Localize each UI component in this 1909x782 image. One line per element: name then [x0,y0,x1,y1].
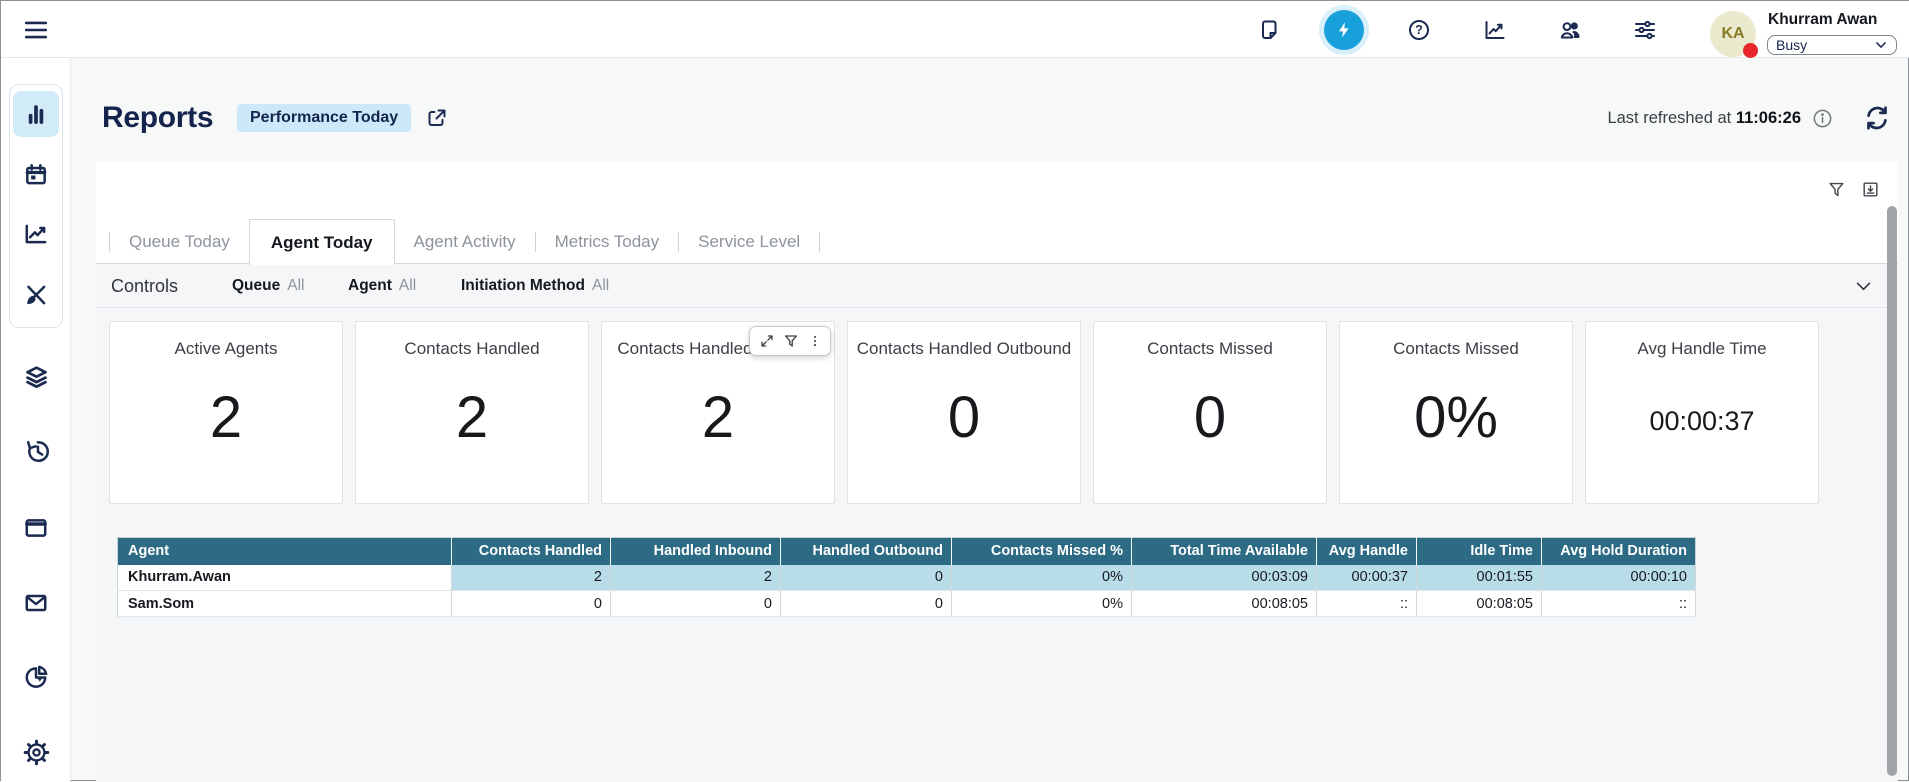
analytics-icon[interactable] [1483,18,1507,42]
mail-icon [23,590,49,616]
svg-text:?: ? [1415,23,1423,37]
card-hover-toolbar [749,326,831,356]
line-chart-icon [23,221,49,247]
dashboard-badge: Performance Today [237,104,411,132]
col-contacts-handled[interactable]: Contacts Handled [452,538,611,565]
last-refreshed-time: 11:06:26 [1736,109,1801,127]
top-bar: ? KA Khurram Awan Busy [1,1,1909,58]
control-agent[interactable]: Agent All [348,264,416,308]
chevron-down-icon [1874,38,1888,52]
sidebar [1,58,71,782]
agents-icon[interactable] [1558,18,1582,42]
note-icon[interactable] [1258,18,1282,42]
sidebar-item-dashboard[interactable] [1,91,71,137]
sidebar-item-workspace[interactable] [1,505,71,551]
layers-icon [23,363,50,390]
info-icon[interactable] [1812,108,1833,129]
sidebar-item-customize[interactable] [1,272,71,318]
brush-icon [23,282,49,308]
dashboard-panel: Queue Today Agent Today Agent Activity M… [96,162,1898,782]
download-icon[interactable] [1861,180,1880,199]
cell-agent: Khurram.Awan [118,565,452,591]
table-row: Sam.Som 0 0 0 0% 00:08:05 :: 00:08:05 :: [118,591,1696,617]
cell-agent: Sam.Som [118,591,452,617]
kpi-card-active-agents: Active Agents 2 [109,321,343,504]
avatar[interactable]: KA [1710,11,1756,57]
tab-bar: Queue Today Agent Today Agent Activity M… [109,219,820,264]
last-refreshed-label: Last refreshed at [1607,109,1735,127]
pie-chart-icon [23,664,49,690]
col-contacts-missed-pct[interactable]: Contacts Missed % [952,538,1132,565]
kpi-card-avg-handle-time: Avg Handle Time 00:00:37 [1585,321,1819,504]
sidebar-item-metrics[interactable] [1,211,71,257]
help-icon[interactable]: ? [1407,18,1431,42]
tab-queue-today[interactable]: Queue Today [110,219,249,264]
kpi-card-contacts-handled: Contacts Handled 2 [355,321,589,504]
avatar-initials: KA [1721,25,1744,43]
col-handled-inbound[interactable]: Handled Inbound [611,538,781,565]
scrollbar-thumb[interactable] [1887,206,1897,776]
tab-service-level[interactable]: Service Level [679,219,819,264]
col-idle-time[interactable]: Idle Time [1417,538,1542,565]
external-link-icon[interactable] [425,106,449,130]
sidebar-item-schedule[interactable] [1,152,71,198]
hamburger-menu-icon[interactable] [23,17,49,43]
window-icon [23,515,49,541]
kebab-menu-icon[interactable] [808,333,822,349]
tab-agent-today[interactable]: Agent Today [249,219,395,265]
col-total-time-available[interactable]: Total Time Available [1132,538,1317,565]
user-name: Khurram Awan [1768,11,1877,29]
table-row: Khurram.Awan 2 2 0 0% 00:03:09 00:00:37 … [118,565,1696,591]
status-select-value: Busy [1776,37,1807,53]
filter-icon[interactable] [783,333,799,349]
refresh-icon[interactable] [1863,104,1891,132]
sidebar-item-history[interactable] [1,428,71,474]
sidebar-item-flows[interactable] [1,353,71,399]
page-title: Reports [102,101,213,135]
col-avg-hold-duration[interactable]: Avg Hold Duration [1542,538,1696,565]
agents-table: Agent Contacts Handled Handled Inbound H… [117,537,1696,617]
last-refreshed: Last refreshed at 11:06:26 [1579,109,1801,128]
status-dot [1743,43,1758,58]
controls-bar: Controls Queue All Agent All Initiation … [96,264,1898,308]
controls-title: Controls [111,264,178,308]
preferences-icon[interactable] [1633,18,1657,42]
status-select[interactable]: Busy [1767,35,1897,55]
panel-toolbar [1827,180,1880,199]
tab-metrics-today[interactable]: Metrics Today [536,219,679,264]
kpi-card-contacts-handled-inbound: Contacts Handled Inbound 2 [601,321,835,504]
col-avg-handle[interactable]: Avg Handle [1317,538,1417,565]
kpi-card-contacts-missed: Contacts Missed 0 [1093,321,1327,504]
chevron-down-icon[interactable] [1854,277,1873,296]
expand-icon[interactable] [759,333,775,349]
realtime-metrics-button[interactable] [1319,5,1369,55]
table-header-row: Agent Contacts Handled Handled Inbound H… [118,538,1696,565]
history-icon [23,438,50,465]
filter-icon[interactable] [1827,180,1846,199]
gear-icon [23,739,50,766]
kpi-card-contacts-handled-outbound: Contacts Handled Outbound 0 [847,321,1081,504]
kpi-card-contacts-missed-pct: Contacts Missed 0% [1339,321,1573,504]
bar-chart-icon [23,101,49,127]
sidebar-item-reports-pie[interactable] [1,654,71,700]
lightning-icon [1324,10,1364,50]
col-agent[interactable]: Agent [118,538,452,565]
calendar-icon [23,162,49,188]
control-queue[interactable]: Queue All [232,264,304,308]
sidebar-item-settings[interactable] [1,729,71,775]
tab-agent-activity[interactable]: Agent Activity [395,219,535,264]
col-handled-outbound[interactable]: Handled Outbound [781,538,952,565]
control-initiation-method[interactable]: Initiation Method All [461,264,609,308]
sidebar-item-messages[interactable] [1,580,71,626]
